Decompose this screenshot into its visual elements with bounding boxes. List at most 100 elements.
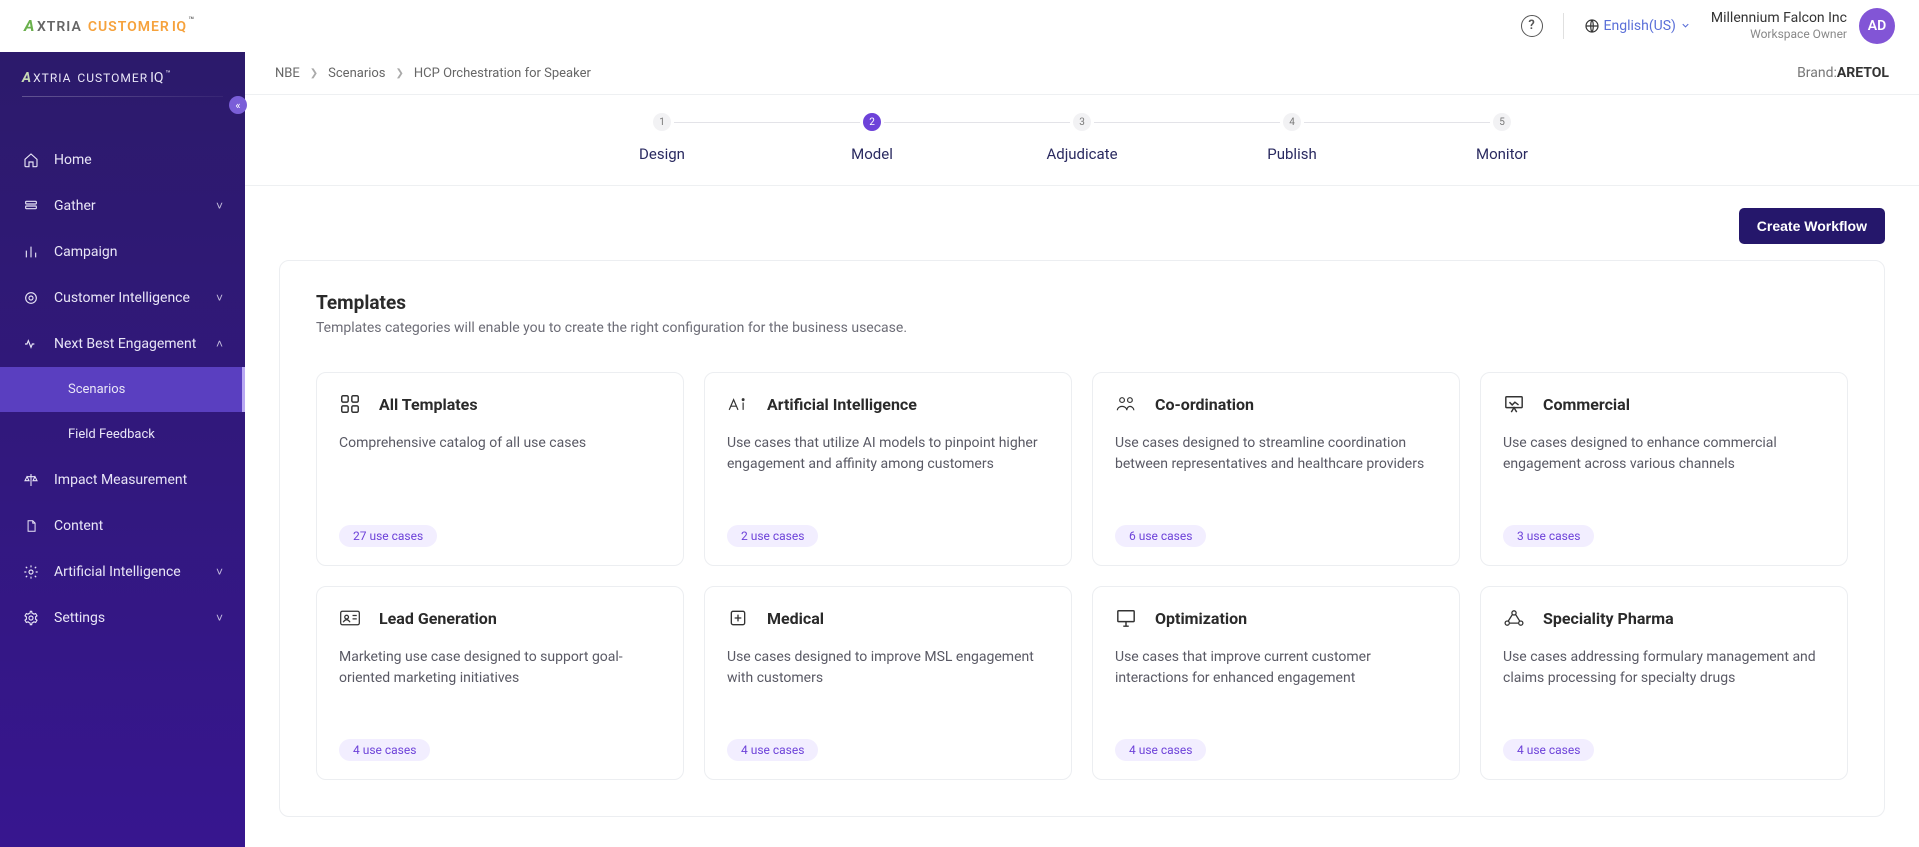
sidebar-item-label: Artificial Intelligence — [54, 564, 181, 580]
chevron-down-icon: ˅ — [216, 199, 223, 213]
step-number: 5 — [1493, 113, 1511, 131]
breadcrumb-l1[interactable]: Scenarios — [328, 66, 385, 81]
medical-icon — [727, 607, 749, 629]
sidebar-item-label: Customer Intelligence — [54, 290, 190, 306]
card-title: All Templates — [379, 395, 478, 414]
breadcrumb-l0[interactable]: NBE — [275, 66, 300, 81]
sidebar-item-label: Field Feedback — [68, 427, 155, 442]
use-case-count-badge: 6 use cases — [1115, 525, 1206, 547]
sidebar-item-impact-measurement[interactable]: Impact Measurement — [0, 457, 245, 503]
card-description: Use cases designed to streamline coordin… — [1115, 433, 1437, 475]
language-selector[interactable]: English(US) — [1584, 18, 1691, 34]
product-logo: AXTRIA CUSTOMERIQ™ — [24, 16, 195, 35]
chevron-down-icon — [1680, 20, 1691, 31]
use-case-count-badge: 27 use cases — [339, 525, 437, 547]
sidebar-item-content[interactable]: Content — [0, 503, 245, 549]
main-area: NBE ❯ Scenarios ❯ HCP Orchestration for … — [245, 52, 1919, 847]
step-label: Design — [639, 145, 685, 163]
layers-icon — [22, 198, 40, 214]
sidebar-item-home[interactable]: Home — [0, 137, 245, 183]
sidebar-subitem-scenarios[interactable]: Scenarios — [0, 367, 245, 412]
template-card-medical[interactable]: Medical Use cases designed to improve MSL… — [704, 586, 1072, 780]
sidebar-logo: AXTRIA CUSTOMERIQ™ — [0, 60, 245, 92]
sidebar-item-label: Impact Measurement — [54, 472, 187, 488]
use-case-count-badge: 4 use cases — [339, 739, 430, 761]
use-case-count-badge: 2 use cases — [727, 525, 818, 547]
card-description: Use cases addressing formulary managemen… — [1503, 647, 1825, 689]
spark-icon — [22, 336, 40, 352]
home-icon — [22, 152, 40, 168]
sidebar-collapse-button[interactable]: « — [229, 96, 247, 114]
step-number: 4 — [1283, 113, 1301, 131]
sidebar-item-label: Next Best Engagement — [54, 336, 196, 352]
sidebar-item-gather[interactable]: Gather˅ — [0, 183, 245, 229]
step-label: Adjudicate — [1046, 145, 1117, 163]
use-case-count-badge: 4 use cases — [727, 739, 818, 761]
template-card-commercial[interactable]: CommercialUse cases designed to enhance … — [1480, 372, 1848, 566]
chevron-up-icon: ˄ — [216, 337, 223, 351]
step-design[interactable]: 1 Design — [557, 113, 767, 163]
help-icon[interactable]: ? — [1521, 15, 1543, 37]
avatar[interactable]: AD — [1859, 8, 1895, 44]
template-card-all-templates[interactable]: All Templates Comprehensive catalog of al… — [316, 372, 684, 566]
use-case-count-badge: 4 use cases — [1503, 739, 1594, 761]
grid-icon — [339, 393, 361, 415]
step-label: Monitor — [1476, 145, 1528, 163]
breadcrumb: NBE ❯ Scenarios ❯ HCP Orchestration for … — [245, 52, 1919, 95]
sidebar-subitem-field-feedback[interactable]: Field Feedback — [0, 412, 245, 457]
ai-icon — [727, 393, 749, 415]
chevron-right-icon: ❯ — [396, 68, 404, 79]
template-card-co-ordination[interactable]: Co-ordinationUse cases designed to strea… — [1092, 372, 1460, 566]
people-icon — [1115, 393, 1137, 415]
chevron-down-icon: ˅ — [216, 611, 223, 625]
sidebar-item-customer-intelligence[interactable]: Customer Intelligence˅ — [0, 275, 245, 321]
card-title: Commercial — [1543, 395, 1630, 414]
step-number: 3 — [1073, 113, 1091, 131]
id-icon — [339, 607, 361, 629]
card-description: Use cases designed to improve MSL engage… — [727, 647, 1049, 689]
use-case-count-badge: 4 use cases — [1115, 739, 1206, 761]
step-number: 1 — [653, 113, 671, 131]
workflow-stepper: 1 Design 2 Model 3 Adjudicate 4Publish 5 Monitor — [245, 95, 1919, 186]
card-description: Use cases that improve current customer … — [1115, 647, 1437, 689]
template-card-lead-generation[interactable]: Lead GenerationMarketing use case design… — [316, 586, 684, 780]
step-number: 2 — [863, 113, 881, 131]
create-workflow-button[interactable]: Create Workflow — [1739, 208, 1885, 244]
template-card-artificial-intelligence[interactable]: Artificial IntelligenceUse cases that ut… — [704, 372, 1072, 566]
step-monitor[interactable]: 5 Monitor — [1397, 113, 1607, 163]
step-publish[interactable]: 4Publish — [1187, 113, 1397, 163]
card-description: Comprehensive catalog of all use cases — [339, 433, 661, 454]
step-adjudicate[interactable]: 3 Adjudicate — [977, 113, 1187, 163]
user-block[interactable]: Millennium Falcon Inc Workspace Owner AD — [1711, 8, 1895, 44]
scale-icon — [22, 472, 40, 488]
divider — [1563, 13, 1564, 39]
presentation-icon — [1503, 393, 1525, 415]
org-name: Millennium Falcon Inc — [1711, 9, 1847, 27]
breadcrumb-l2[interactable]: HCP Orchestration for Speaker — [414, 66, 591, 81]
card-title: Medical — [767, 609, 824, 628]
sidebar-item-artificial-intelligence[interactable]: Artificial Intelligence˅ — [0, 549, 245, 595]
sidebar-item-settings[interactable]: Settings˅ — [0, 595, 245, 641]
cog-icon — [22, 610, 40, 626]
monitor-icon — [1115, 607, 1137, 629]
template-card-optimization[interactable]: Optimization Use cases that improve curre… — [1092, 586, 1460, 780]
topbar: AXTRIA CUSTOMERIQ™ ? English(US) Millenn… — [0, 0, 1919, 52]
templates-panel: Templates Templates categories will enab… — [279, 260, 1885, 817]
card-title: Speciality Pharma — [1543, 609, 1674, 628]
sidebar-item-label: Home — [54, 152, 92, 168]
card-title: Lead Generation — [379, 609, 497, 628]
language-label: English(US) — [1604, 18, 1676, 34]
file-icon — [22, 518, 40, 534]
sidebar: AXTRIA CUSTOMERIQ™ « Home Gather˅Campaign… — [0, 52, 245, 847]
sidebar-item-next-best-engagement[interactable]: Next Best Engagement ˄ — [0, 321, 245, 367]
sidebar-item-campaign[interactable]: Campaign — [0, 229, 245, 275]
network-icon — [1503, 607, 1525, 629]
step-label: Model — [851, 145, 893, 163]
template-card-speciality-pharma[interactable]: Speciality Pharma Use cases addressing fo… — [1480, 586, 1848, 780]
chevron-right-icon: ❯ — [310, 68, 318, 79]
target-icon — [22, 290, 40, 306]
card-title: Optimization — [1155, 609, 1247, 628]
gear-icon — [22, 564, 40, 580]
card-title: Artificial Intelligence — [767, 395, 917, 414]
step-model[interactable]: 2 Model — [767, 113, 977, 163]
